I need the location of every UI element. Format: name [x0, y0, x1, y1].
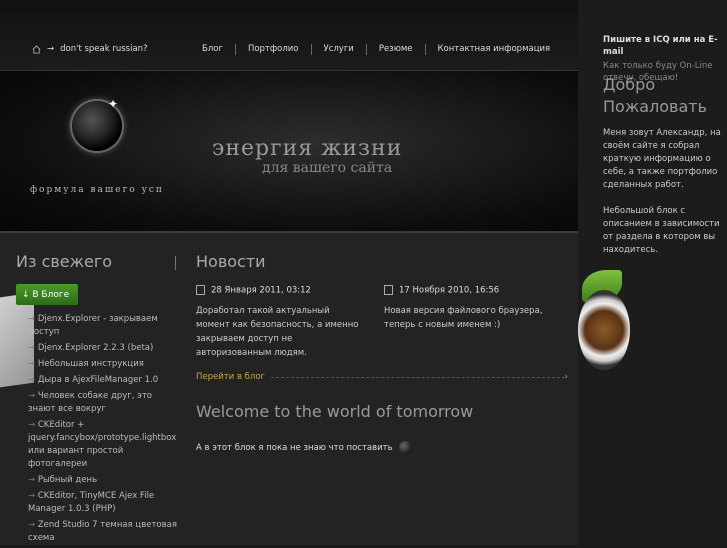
- post-list: Djenx.Explorer - закрываем доступ Djenx.…: [28, 313, 178, 548]
- intro-text-2: Небольшой блок с описанием в зависимости…: [603, 206, 720, 255]
- news-text: Доработал такой актуальный момент как бе…: [196, 305, 359, 358]
- welcome-text: А в этот блок я пока не знаю что постави…: [196, 441, 413, 454]
- main-nav: Блог Портфолио Услуги Резюме Контактная …: [190, 44, 562, 55]
- document-icon: [384, 285, 393, 295]
- fresh-heading: Из свежего: [16, 252, 113, 271]
- sidebar-welcome: Добро Пожаловать: [603, 75, 708, 116]
- go-to-blog-link[interactable]: Перейти в блог: [196, 372, 265, 382]
- list-item[interactable]: Небольшая инструкция: [28, 358, 178, 371]
- news-heading: Новости: [196, 252, 266, 271]
- sparkle-icon: ✦: [108, 97, 119, 111]
- news-date: 28 Января 2011, 03:12: [211, 285, 311, 296]
- welcome-title: Welcome to the world of tomorrow: [196, 402, 474, 421]
- dashed-line: [271, 376, 565, 378]
- icq-line: Пишите в ICQ или на E-mail: [603, 34, 727, 58]
- top-bar: → don't speak russian? Блог Портфолио Ус…: [0, 0, 578, 71]
- icq-link[interactable]: Пишите в ICQ или на E-mail: [603, 35, 718, 57]
- welcome-text-content: А в этот блок я пока не знаю что постави…: [196, 443, 393, 453]
- nav-contacts[interactable]: Контактная информация: [426, 44, 563, 55]
- blog-button[interactable]: ↓ В Блоге: [16, 284, 78, 305]
- news-text: Новая версия файлового браузера, теперь …: [384, 305, 543, 330]
- document-icon: [196, 285, 205, 295]
- home-icon[interactable]: [32, 44, 41, 54]
- nav-blog[interactable]: Блог: [190, 44, 236, 55]
- list-item[interactable]: Дыра в AjexFileManager 1.0: [28, 374, 178, 387]
- news-item: 28 Января 2011, 03:12 Доработал такой ак…: [196, 285, 366, 360]
- news-date: 17 Ноября 2010, 16:56: [399, 285, 500, 296]
- intro-text: Меня зовут Александр, на своём сайте я с…: [603, 128, 721, 190]
- arrow-icon: →: [47, 44, 55, 54]
- banner-slogan: формула вашего усп: [30, 185, 164, 195]
- bomb-icon: [399, 441, 413, 454]
- list-item[interactable]: CKEditor + jquery.fancybox/prototype.lig…: [28, 419, 178, 471]
- list-item[interactable]: CKEditor, TinyMCE Ajex File Manager 1.0.…: [28, 490, 178, 516]
- divider: [175, 256, 176, 270]
- list-item[interactable]: Djenx.Explorer - закрываем доступ: [28, 313, 178, 339]
- list-item[interactable]: Человек собаке друг, это знают все вокру…: [28, 390, 178, 416]
- nav-services[interactable]: Услуги: [312, 44, 367, 55]
- list-item[interactable]: Zend Studio 7 темная цветовая схема: [28, 519, 178, 545]
- news-item: 17 Ноября 2010, 16:56 Новая версия файло…: [384, 285, 554, 332]
- breadcrumb: → don't speak russian?: [32, 44, 148, 54]
- banner-title: энергия жизни: [212, 136, 403, 161]
- coffee-cup-image: [578, 290, 630, 370]
- go-to-blog: Перейти в блог ›: [196, 372, 568, 382]
- list-item[interactable]: Djenx.Explorer 2.2.3 (beta): [28, 342, 178, 355]
- banner-subtitle: для вашего сайта: [262, 160, 393, 176]
- language-link[interactable]: don't speak russian?: [60, 44, 147, 54]
- chevron-right-icon: ›: [564, 372, 568, 382]
- nav-portfolio[interactable]: Портфолио: [236, 44, 312, 55]
- nav-resume[interactable]: Резюме: [367, 44, 426, 55]
- list-item[interactable]: Рыбный день: [28, 474, 178, 487]
- sidebar-intro: Меня зовут Александр, на своём сайте я с…: [603, 127, 725, 257]
